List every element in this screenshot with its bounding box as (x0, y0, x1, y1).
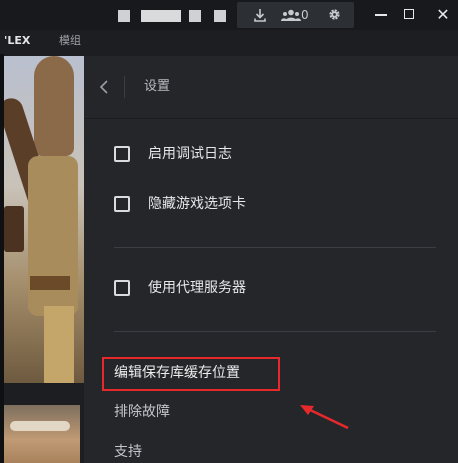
art-detail (10, 421, 70, 431)
close-button[interactable]: ✕ (428, 0, 458, 30)
troubleshoot-link[interactable]: 排除故障 (114, 401, 170, 423)
debug-log-checkbox[interactable] (114, 146, 130, 162)
gear-icon[interactable] (328, 2, 341, 28)
section-divider (114, 247, 436, 248)
art-leg (44, 306, 74, 383)
maximize-button[interactable] (395, 0, 425, 30)
nav-item-mods[interactable]: 模组 (59, 30, 81, 52)
art-holster (4, 206, 24, 252)
hide-game-tab-checkbox[interactable] (114, 196, 130, 212)
chevron-left-icon (99, 80, 108, 94)
title-bar: 0 ✕ (0, 0, 458, 30)
maximize-icon (404, 9, 414, 19)
support-link[interactable]: 支持 (114, 441, 142, 463)
top-nav: 'LEX 模组 (0, 30, 90, 54)
settings-panel: 设置 启用调试日志 隐藏游戏选项卡 使用代理服务器 编辑保存库缓存位置 排除故障… (84, 56, 458, 463)
app-window: 0 ✕ 'LEX 模组 设置 启用调试日志 隐藏游戏选项卡 使用代理服务器 编辑… (0, 0, 458, 463)
friends-count: 0 (301, 8, 309, 22)
redacted-block (214, 10, 226, 22)
art-body (28, 156, 78, 316)
settings-header: 设置 (84, 56, 458, 118)
hide-game-tab-label: 隐藏游戏选项卡 (148, 196, 246, 212)
minimize-button[interactable] (366, 0, 396, 30)
nav-item[interactable]: 'LEX (4, 30, 30, 52)
friends-icon[interactable] (281, 2, 301, 28)
art-belt (30, 276, 70, 290)
art-figure (34, 56, 74, 156)
redacted-block (141, 10, 181, 22)
edit-vault-cache-location-link[interactable]: 编辑保存库缓存位置 (114, 362, 240, 384)
debug-log-label: 启用调试日志 (148, 146, 232, 162)
annotation-arrow-icon (300, 405, 349, 430)
game-artwork (4, 56, 84, 383)
redacted-block (118, 10, 130, 22)
header-divider-line (84, 118, 458, 119)
settings-title: 设置 (144, 79, 171, 94)
back-button[interactable] (92, 74, 116, 100)
header-divider (124, 76, 125, 98)
proxy-checkbox[interactable] (114, 280, 130, 296)
proxy-label: 使用代理服务器 (148, 280, 246, 296)
section-divider (114, 331, 436, 332)
minimize-icon (375, 14, 387, 16)
toolbar-group: 0 (237, 2, 354, 28)
game-artwork-thumbnail (4, 405, 80, 463)
redacted-block (189, 10, 201, 22)
download-icon[interactable] (254, 2, 266, 28)
